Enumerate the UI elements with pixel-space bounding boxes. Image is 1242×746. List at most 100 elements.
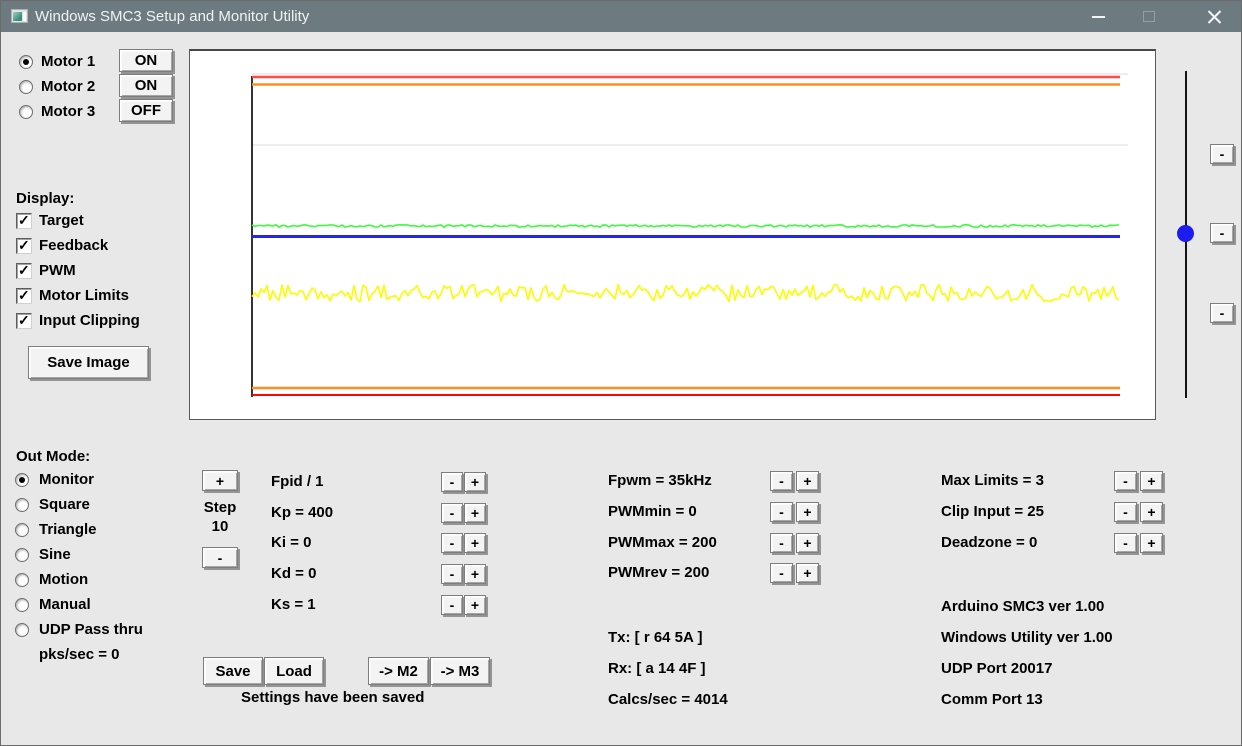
out-mode-monitor-label: Monitor xyxy=(39,471,94,488)
copy-to-m3-button[interactable]: -> M3 xyxy=(430,657,490,685)
maximize-button[interactable] xyxy=(1126,1,1172,32)
ks-label: Ks = 1 xyxy=(271,596,316,613)
kp-minus-button[interactable]: - xyxy=(441,503,463,523)
minimize-button[interactable] xyxy=(1075,1,1121,32)
ks-plus-button[interactable]: + xyxy=(464,595,486,615)
scope-plot xyxy=(251,73,1128,397)
titlebar: Windows SMC3 Setup and Monitor Utility xyxy=(1,1,1241,32)
out-mode-triangle-label: Triangle xyxy=(39,521,97,538)
motor-2-radio[interactable] xyxy=(19,80,33,94)
ki-plus-button[interactable]: + xyxy=(464,533,486,553)
motor-1-power-button[interactable]: ON xyxy=(119,49,173,72)
motor-2-power-button[interactable]: ON xyxy=(119,74,173,97)
load-button[interactable]: Load xyxy=(264,657,324,685)
kd-label: Kd = 0 xyxy=(271,565,317,582)
pwmmax-label: PWMmax = 200 xyxy=(608,534,717,551)
motor-2-label: Motor 2 xyxy=(41,78,96,95)
out-mode-monitor-radio[interactable] xyxy=(15,473,29,487)
fpwm-minus-button[interactable]: - xyxy=(770,471,793,491)
window-title: Windows SMC3 Setup and Monitor Utility xyxy=(35,8,310,25)
pwmmax-plus-button[interactable]: + xyxy=(796,533,819,553)
minimize-icon xyxy=(1092,16,1105,18)
out-mode-sine-label: Sine xyxy=(39,546,71,563)
fpwm-plus-button[interactable]: + xyxy=(796,471,819,491)
save-image-button[interactable]: Save Image xyxy=(28,346,149,379)
kd-minus-button[interactable]: - xyxy=(441,564,463,584)
out-mode-header: Out Mode: xyxy=(16,448,91,465)
pks-per-sec-label: pks/sec = 0 xyxy=(39,646,120,663)
check-icon: ✓ xyxy=(18,287,30,303)
motor-3-radio[interactable] xyxy=(19,105,33,119)
checkbox-feedback-label: Feedback xyxy=(39,237,109,254)
checkbox-pwm-label: PWM xyxy=(39,262,76,279)
kp-plus-button[interactable]: + xyxy=(464,503,486,523)
motor-3-label: Motor 3 xyxy=(41,103,96,120)
kd-plus-button[interactable]: + xyxy=(464,564,486,584)
out-mode-sine-radio[interactable] xyxy=(15,548,29,562)
step-value: 10 xyxy=(211,518,229,535)
checkbox-motor-limits-label: Motor Limits xyxy=(39,287,129,304)
checkbox-pwm[interactable]: ✓ xyxy=(16,262,32,279)
out-mode-square-radio[interactable] xyxy=(15,498,29,512)
ks-minus-button[interactable]: - xyxy=(441,595,463,615)
motor-3-power-button[interactable]: OFF xyxy=(119,99,173,122)
checkbox-target-label: Target xyxy=(39,212,84,229)
pwmmin-minus-button[interactable]: - xyxy=(770,502,793,522)
ki-minus-button[interactable]: - xyxy=(441,533,463,553)
step-label: Step xyxy=(203,499,237,516)
checkbox-target[interactable]: ✓ xyxy=(16,212,32,229)
out-mode-udp-radio[interactable] xyxy=(15,623,29,637)
trace-pwm xyxy=(251,283,1120,303)
motor-1-radio[interactable] xyxy=(19,55,33,69)
deadzone-plus-button[interactable]: + xyxy=(1140,533,1163,553)
checkbox-feedback[interactable]: ✓ xyxy=(16,237,32,254)
check-icon: ✓ xyxy=(18,312,30,328)
app-icon xyxy=(11,9,28,23)
checkbox-input-clipping-label: Input Clipping xyxy=(39,312,140,329)
app-window: Windows SMC3 Setup and Monitor Utility M… xyxy=(0,0,1242,746)
ki-label: Ki = 0 xyxy=(271,534,312,551)
out-mode-manual-label: Manual xyxy=(39,596,91,613)
fpid-minus-button[interactable]: - xyxy=(441,472,463,492)
clip-input-plus-button[interactable]: + xyxy=(1140,502,1163,522)
out-mode-triangle-radio[interactable] xyxy=(15,523,29,537)
calcs-per-sec-readout: Calcs/sec = 4014 xyxy=(608,691,728,708)
checkbox-input-clipping[interactable]: ✓ xyxy=(16,312,32,329)
rx-readout: Rx: [ a 14 4F ] xyxy=(608,660,706,677)
app-icon-body xyxy=(13,12,22,21)
check-icon: ✓ xyxy=(18,237,30,253)
max-limits-minus-button[interactable]: - xyxy=(1114,471,1137,491)
scale-minus-button-middle[interactable]: - xyxy=(1210,223,1234,243)
out-mode-motion-label: Motion xyxy=(39,571,89,588)
save-button[interactable]: Save xyxy=(203,657,263,685)
settings-status-text: Settings have been saved xyxy=(241,689,425,706)
app-icon-strip xyxy=(23,12,26,21)
scale-minus-button-top[interactable]: - xyxy=(1210,144,1234,164)
kp-label: Kp = 400 xyxy=(271,504,334,521)
checkbox-motor-limits[interactable]: ✓ xyxy=(16,287,32,304)
out-mode-manual-radio[interactable] xyxy=(15,598,29,612)
pwmrev-minus-button[interactable]: - xyxy=(770,563,793,583)
max-limits-plus-button[interactable]: + xyxy=(1140,471,1163,491)
scale-minus-button-bottom[interactable]: - xyxy=(1210,303,1234,323)
fpwm-label: Fpwm = 35kHz xyxy=(608,472,712,489)
check-icon: ✓ xyxy=(18,212,30,228)
close-button[interactable] xyxy=(1191,1,1237,32)
clip-input-minus-button[interactable]: - xyxy=(1114,502,1137,522)
check-icon: ✓ xyxy=(18,262,30,278)
scale-slider-thumb[interactable] xyxy=(1177,225,1194,242)
copy-to-m2-button[interactable]: -> M2 xyxy=(368,657,429,685)
deadzone-minus-button[interactable]: - xyxy=(1114,533,1137,553)
display-header: Display: xyxy=(16,190,75,207)
step-minus-button[interactable]: - xyxy=(202,547,238,568)
arduino-version-label: Arduino SMC3 ver 1.00 xyxy=(941,598,1105,615)
pwmmin-plus-button[interactable]: + xyxy=(796,502,819,522)
fpid-plus-button[interactable]: + xyxy=(464,472,486,492)
out-mode-udp-label: UDP Pass thru xyxy=(39,621,143,638)
step-plus-button[interactable]: + xyxy=(202,470,238,491)
out-mode-motion-radio[interactable] xyxy=(15,573,29,587)
pwmmax-minus-button[interactable]: - xyxy=(770,533,793,553)
motor-1-label: Motor 1 xyxy=(41,53,96,70)
pwmrev-label: PWMrev = 200 xyxy=(608,564,710,581)
pwmrev-plus-button[interactable]: + xyxy=(796,563,819,583)
